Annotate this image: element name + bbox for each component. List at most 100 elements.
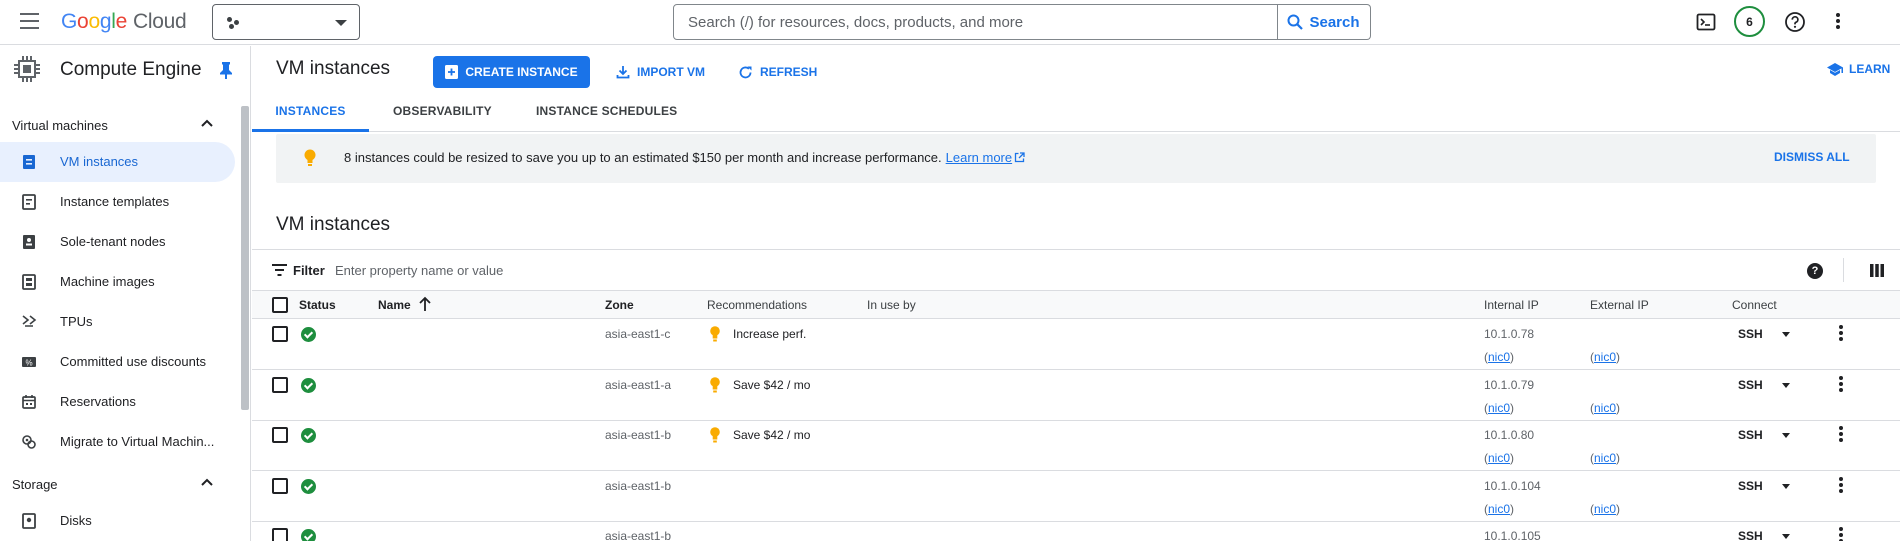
sidebar-item-migrate[interactable]: Migrate to Virtual Machin... <box>0 422 235 462</box>
ssh-dropdown-icon[interactable] <box>1782 484 1790 489</box>
pin-icon[interactable] <box>219 61 233 79</box>
learn-more-label: Learn more <box>945 150 1013 165</box>
nic-link[interactable]: nic0 <box>1488 451 1510 465</box>
refresh-icon <box>739 66 752 78</box>
section-virtual-machines[interactable]: Virtual machines <box>0 110 240 140</box>
table-row[interactable]: asia-east1-b 10.1.0.104 (nic0) (nic0) SS… <box>252 472 1900 522</box>
internal-ip-cell: 10.1.0.78 <box>1484 327 1535 341</box>
column-header-zone[interactable]: Zone <box>605 298 634 312</box>
sidebar-item-vm-instances[interactable]: VM instances <box>0 142 235 182</box>
notifications-badge[interactable]: 6 <box>1734 6 1765 37</box>
google-cloud-logo[interactable]: Google Cloud <box>61 10 187 34</box>
learn-more-link[interactable]: Learn more <box>946 150 1025 165</box>
sole-tenant-icon <box>23 235 35 249</box>
sort-arrow-up-icon[interactable] <box>418 296 432 312</box>
ssh-dropdown-icon[interactable] <box>1782 433 1790 438</box>
sidebar-item-instance-templates[interactable]: Instance templates <box>0 182 235 222</box>
more-vert-icon[interactable] <box>1826 10 1850 34</box>
search-button[interactable]: Search <box>1277 4 1371 40</box>
internal-nic: (nic0) <box>1484 350 1515 364</box>
internal-ip-cell: 10.1.0.80 <box>1484 428 1535 442</box>
create-instance-button[interactable]: CREATE INSTANCE <box>433 56 590 88</box>
row-more-vert-icon[interactable] <box>1835 527 1847 541</box>
dismiss-all-button[interactable]: DISMISS ALL <box>1774 150 1850 164</box>
filter-input[interactable]: Enter property name or value <box>335 263 1335 278</box>
nic-link[interactable]: nic0 <box>1488 401 1510 415</box>
notifications-count: 6 <box>1746 14 1753 29</box>
migrate-icon <box>22 435 36 449</box>
external-nic: (nic0) <box>1590 401 1621 415</box>
table-row[interactable]: asia-east1-a Save $42 / mo 10.1.0.79 (ni… <box>252 371 1900 421</box>
row-more-vert-icon[interactable] <box>1835 376 1847 394</box>
row-checkbox[interactable] <box>272 528 288 541</box>
sidebar-item-sole-tenant-nodes[interactable]: Sole-tenant nodes <box>0 222 235 262</box>
nic-link[interactable]: nic0 <box>1594 451 1616 465</box>
sidebar-item-label: Committed use discounts <box>60 354 206 369</box>
row-checkbox[interactable] <box>272 326 288 342</box>
ssh-button[interactable]: SSH <box>1738 428 1763 442</box>
tab-label: OBSERVABILITY <box>393 104 492 118</box>
menu-icon[interactable] <box>20 13 40 30</box>
tpu-icon <box>22 315 37 327</box>
nic-link[interactable]: nic0 <box>1488 502 1510 516</box>
tab-instance-schedules[interactable]: INSTANCE SCHEDULES <box>536 104 677 132</box>
external-nic: (nic0) <box>1590 350 1621 364</box>
row-more-vert-icon[interactable] <box>1835 477 1847 495</box>
banner-message: 8 instances could be resized to save you… <box>344 150 1025 165</box>
recommendation-link[interactable]: Save $42 / mo <box>733 378 810 392</box>
import-vm-button[interactable]: IMPORT VM <box>616 61 705 83</box>
select-all-checkbox[interactable] <box>272 297 288 313</box>
ssh-button[interactable]: SSH <box>1738 378 1763 392</box>
sidebar-scrollbar[interactable] <box>241 106 249 410</box>
ssh-dropdown-icon[interactable] <box>1782 332 1790 337</box>
refresh-button[interactable]: REFRESH <box>738 61 817 83</box>
nic-link[interactable]: nic0 <box>1594 502 1616 516</box>
ssh-dropdown-icon[interactable] <box>1782 534 1790 539</box>
tab-instances[interactable]: INSTANCES <box>252 104 369 132</box>
disk-icon <box>22 513 36 529</box>
table-row[interactable]: asia-east1-b Save $42 / mo 10.1.0.80 (ni… <box>252 421 1900 471</box>
column-header-status[interactable]: Status <box>299 298 336 312</box>
ssh-button[interactable]: SSH <box>1738 479 1763 493</box>
sidebar-item-label: Sole-tenant nodes <box>60 234 166 249</box>
recommendation-link[interactable]: Increase perf. <box>733 327 806 341</box>
section-storage[interactable]: Storage <box>0 469 240 499</box>
filter-label: Filter <box>293 263 325 278</box>
sidebar-item-tpus[interactable]: TPUs <box>0 302 235 342</box>
internal-nic: (nic0) <box>1484 401 1515 415</box>
ssh-button[interactable]: SSH <box>1738 327 1763 341</box>
ssh-button[interactable]: SSH <box>1738 529 1763 541</box>
help-circle-icon[interactable]: ? <box>1807 263 1823 279</box>
row-more-vert-icon[interactable] <box>1835 325 1847 343</box>
search-button-label: Search <box>1309 13 1360 31</box>
tab-observability[interactable]: OBSERVABILITY <box>393 104 492 132</box>
ssh-dropdown-icon[interactable] <box>1782 383 1790 388</box>
terminal-icon[interactable] <box>1694 10 1718 34</box>
project-picker[interactable] <box>212 4 360 40</box>
table-row[interactable]: asia-east1-b 10.1.0.105 SSH <box>252 522 1900 541</box>
sidebar-item-label: Disks <box>60 513 92 528</box>
row-checkbox[interactable] <box>272 427 288 443</box>
learn-button[interactable]: LEARN <box>1827 62 1890 76</box>
table-row[interactable]: asia-east1-c Increase perf. 10.1.0.78 (n… <box>252 320 1900 370</box>
sidebar-item-reservations[interactable]: Reservations <box>0 382 235 422</box>
help-icon[interactable] <box>1783 10 1807 34</box>
nic-link[interactable]: nic0 <box>1488 350 1510 364</box>
sidebar-item-committed-use-discounts[interactable]: % Committed use discounts <box>0 342 235 382</box>
nic-link[interactable]: nic0 <box>1594 350 1616 364</box>
vm-instances-icon <box>23 155 35 169</box>
row-checkbox[interactable] <box>272 377 288 393</box>
column-header-internal-ip: Internal IP <box>1484 298 1539 312</box>
sidebar-item-disks[interactable]: Disks <box>0 501 235 541</box>
row-more-vert-icon[interactable] <box>1835 426 1847 444</box>
recommendation-link[interactable]: Save $42 / mo <box>733 428 810 442</box>
help-glyph: ? <box>1811 265 1819 277</box>
nic-link[interactable]: nic0 <box>1594 401 1616 415</box>
column-display-icon[interactable] <box>1870 264 1884 277</box>
column-header-name[interactable]: Name <box>378 298 411 312</box>
row-checkbox[interactable] <box>272 478 288 494</box>
sidebar-item-machine-images[interactable]: Machine images <box>0 262 235 302</box>
internal-ip-cell: 10.1.0.79 <box>1484 378 1535 392</box>
search-input[interactable]: Search (/) for resources, docs, products… <box>673 4 1278 40</box>
school-icon <box>1827 62 1843 76</box>
